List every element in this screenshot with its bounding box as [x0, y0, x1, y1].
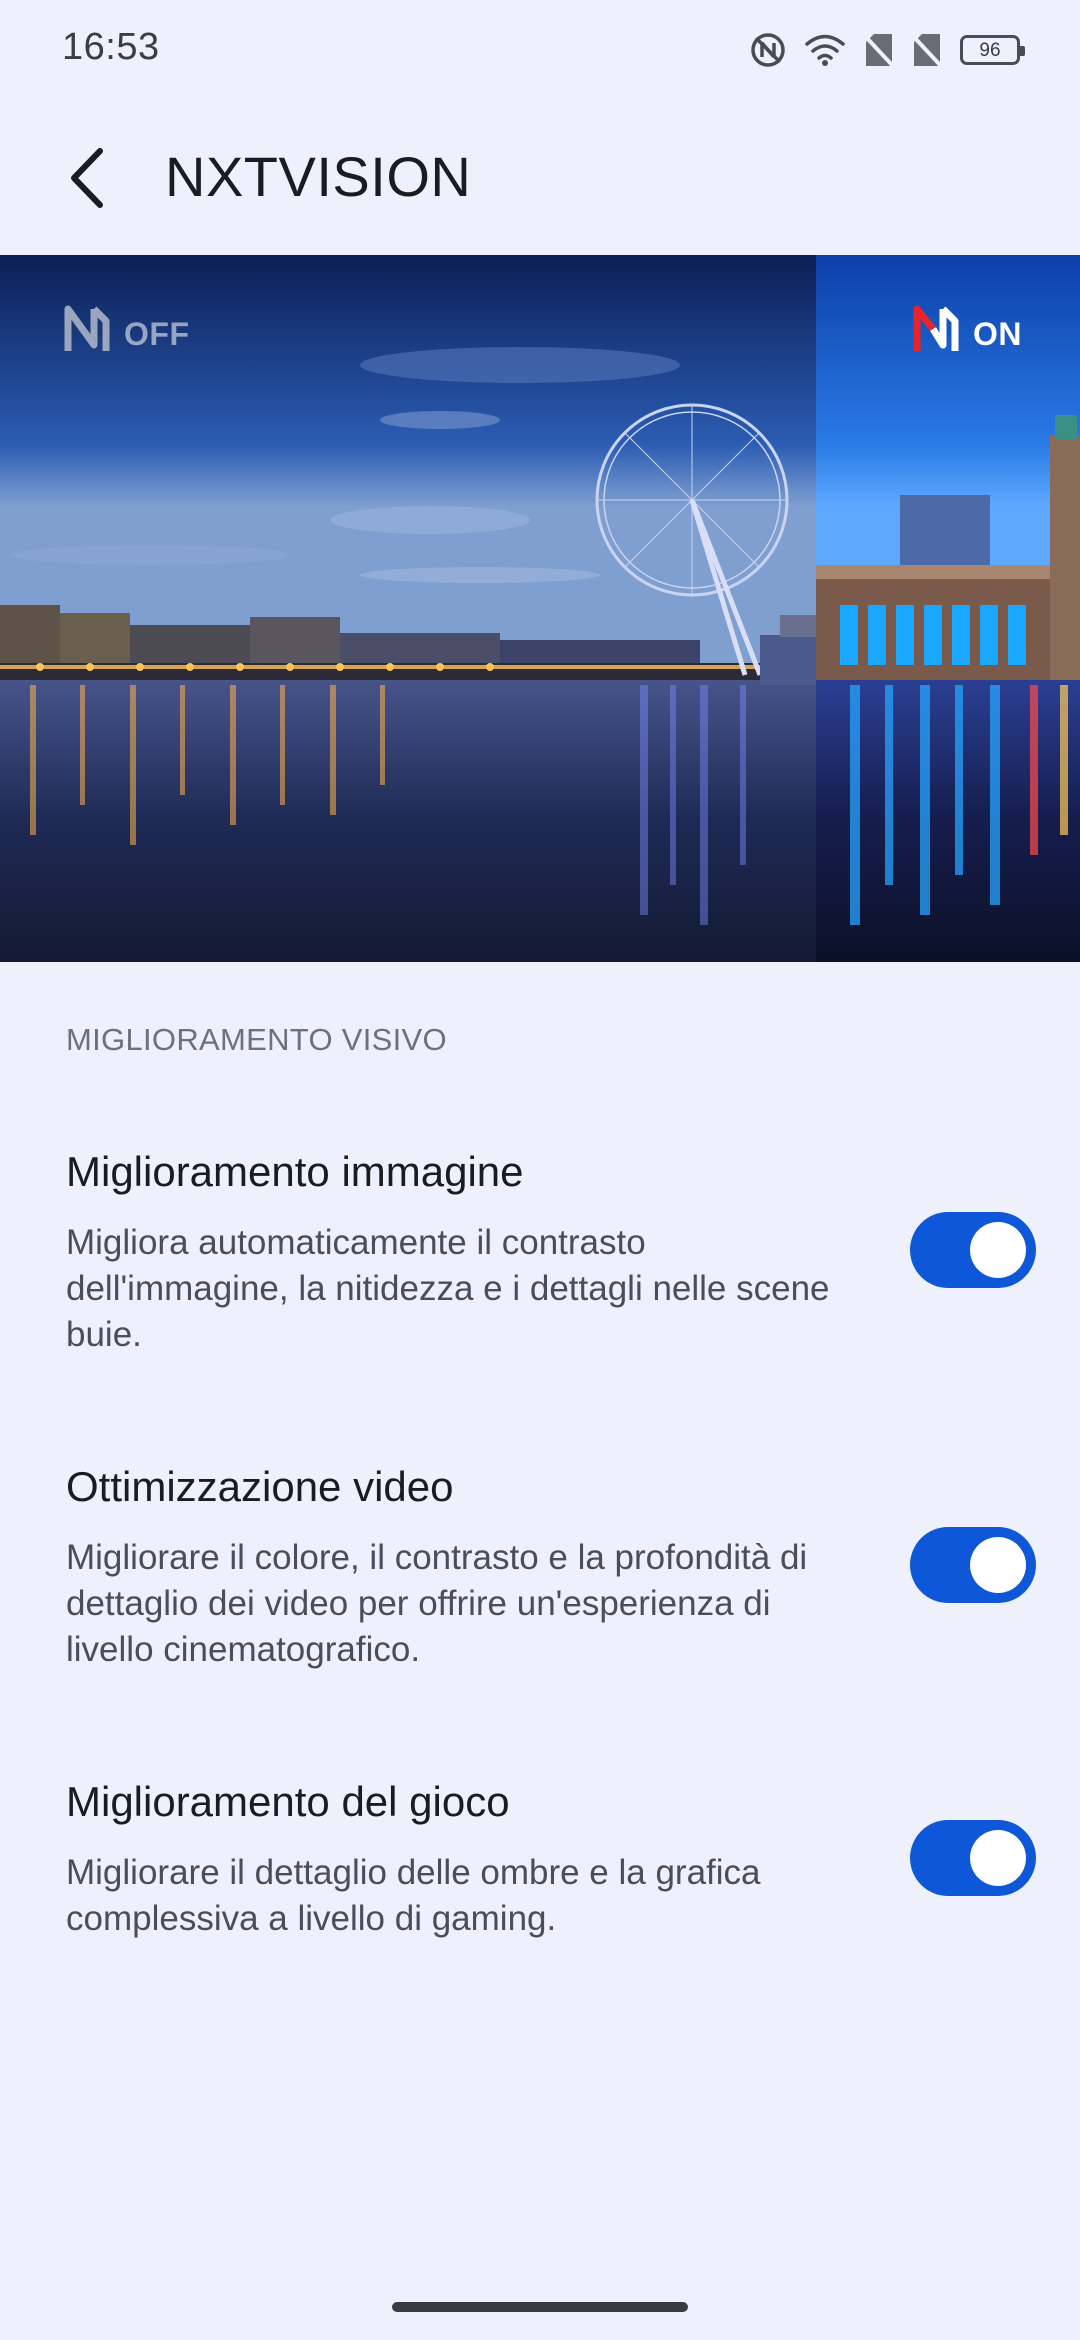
hero-comparison-image: OFF ON [0, 255, 1080, 962]
setting-description: Migliorare il dettaglio delle ombre e la… [66, 1853, 761, 1938]
on-text: ON [973, 315, 1022, 352]
toggle-knob [970, 1222, 1026, 1278]
page-title: NXTVISION [165, 145, 472, 208]
nxtvision-off-label: OFF [64, 305, 189, 363]
app-bar: NXTVISION [0, 100, 1080, 255]
status-time: 16:53 [62, 26, 160, 68]
off-text: OFF [124, 315, 190, 352]
wifi-icon [804, 33, 846, 67]
setting-description: Migliora automaticamente il contrasto de… [66, 1223, 830, 1354]
section-header: MIGLIORAMENTO VISIVO [66, 1022, 447, 1057]
setting-row-image-enhancement[interactable]: Miglioramento immagine Migliora automati… [0, 1148, 1080, 1358]
status-bar: 16:53 96 [0, 0, 1080, 100]
nxtvision-logo-icon [64, 305, 110, 363]
no-sim-icon [912, 32, 942, 68]
nfc-icon [750, 32, 786, 68]
video-optimization-toggle[interactable] [910, 1527, 1036, 1603]
nxtvision-logo-icon [913, 305, 959, 363]
back-arrow-icon [67, 147, 107, 214]
toggle-knob [970, 1830, 1026, 1886]
setting-title: Miglioramento immagine [66, 1148, 524, 1195]
setting-row-video-optimization[interactable]: Ottimizzazione video Migliorare il color… [0, 1463, 1080, 1673]
setting-title: Miglioramento del gioco [66, 1778, 510, 1825]
nxtvision-on-label: ON [913, 305, 1022, 363]
image-enhancement-toggle[interactable] [910, 1212, 1036, 1288]
game-enhancement-toggle[interactable] [910, 1820, 1036, 1896]
toggle-knob [970, 1537, 1026, 1593]
battery-icon: 96 [960, 35, 1025, 65]
back-button[interactable] [52, 140, 122, 220]
setting-description: Migliorare il colore, il contrasto e la … [66, 1538, 808, 1669]
battery-level: 96 [979, 39, 1001, 61]
home-indicator[interactable] [392, 2302, 688, 2312]
setting-title: Ottimizzazione video [66, 1463, 454, 1510]
status-icons: 96 [750, 30, 1025, 70]
setting-row-game-enhancement[interactable]: Miglioramento del gioco Migliorare il de… [0, 1778, 1080, 1948]
no-sim-icon [864, 32, 894, 68]
